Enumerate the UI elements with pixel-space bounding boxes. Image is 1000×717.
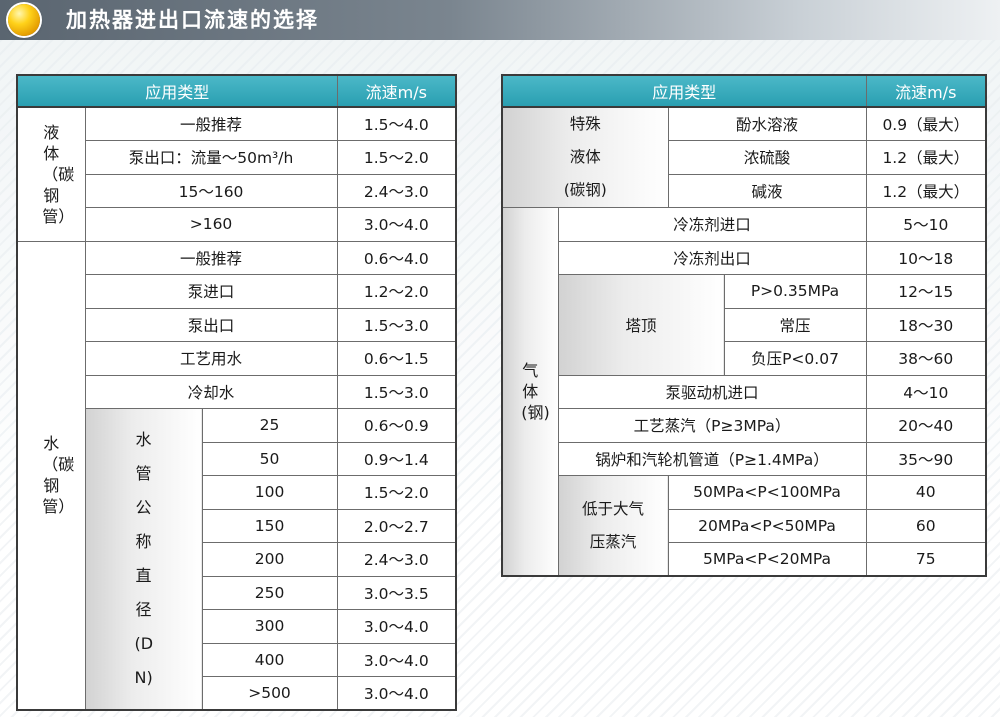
row-speed: 1.5～2.0 bbox=[336, 140, 457, 175]
group-label-water: 水（碳钢管） bbox=[16, 240, 86, 711]
row-item: 酚水溶液 bbox=[667, 106, 867, 141]
row-item: 50MPa<P<100MPa bbox=[667, 475, 867, 510]
row-speed: 3.0～4.0 bbox=[336, 642, 457, 677]
row-speed: 3.0～3.5 bbox=[336, 575, 457, 610]
table-row: 特殊 液体 (碳钢) 酚水溶液 0.9（最大） bbox=[501, 106, 987, 208]
group-label-liquid: 液体（碳钢管） bbox=[16, 106, 86, 242]
table-header-row: 应用类型 流速m/s bbox=[501, 74, 987, 108]
row-speed: 35～90 bbox=[865, 441, 987, 476]
title-bar: 加热器进出口流速的选择 bbox=[0, 0, 1000, 40]
row-item: 一般推荐 bbox=[84, 240, 338, 275]
row-speed: 75 bbox=[865, 542, 987, 577]
row-item: 冷却水 bbox=[84, 374, 338, 409]
table-row: 水（碳钢管） 一般推荐 0.6～4.0 bbox=[16, 240, 457, 711]
row-speed: 1.5～3.0 bbox=[336, 374, 457, 409]
row-speed: 10～18 bbox=[865, 240, 987, 275]
low-pressure-steam-label: 低于大气 压蒸汽 bbox=[557, 475, 669, 577]
row-speed: 1.2（最大） bbox=[865, 173, 987, 208]
row-speed: 2.0～2.7 bbox=[336, 508, 457, 543]
dn-value: 300 bbox=[201, 609, 338, 644]
dn-value: 250 bbox=[201, 575, 338, 610]
row-speed: 1.5～4.0 bbox=[336, 106, 457, 141]
right-flow-table: 应用类型 流速m/s 特殊 液体 (碳钢) 酚水溶液 0.9（最大） 浓硫酸 1… bbox=[501, 74, 988, 577]
row-item: 泵出口：流量～50m³/h bbox=[84, 140, 338, 175]
row-speed: 0.6～0.9 bbox=[336, 408, 457, 443]
row-speed: 18～30 bbox=[865, 307, 987, 342]
row-speed: 3.0～4.0 bbox=[336, 207, 457, 242]
row-item: 冷冻剂进口 bbox=[557, 207, 867, 242]
dn-value: 400 bbox=[201, 642, 338, 677]
table-row: 低于大气 压蒸汽 50MPa<P<100MPa 40 bbox=[502, 475, 987, 577]
table-row: 冷冻剂出口 10～18 bbox=[502, 240, 987, 275]
table-row: 塔顶 P>0.35MPa 12～15 bbox=[502, 274, 987, 376]
row-speed: 0.6～1.5 bbox=[336, 341, 457, 376]
row-speed: 4～10 bbox=[865, 374, 987, 409]
row-speed: 0.9～1.4 bbox=[336, 441, 457, 476]
dn-value: 100 bbox=[201, 475, 338, 510]
row-speed: 1.2～2.0 bbox=[336, 274, 457, 309]
row-speed: 0.6～4.0 bbox=[336, 240, 457, 275]
row-speed: 20～40 bbox=[865, 408, 987, 443]
header-type: 应用类型 bbox=[16, 74, 338, 108]
row-item: 负压P<0.07 bbox=[723, 341, 867, 376]
row-speed: 1.5～2.0 bbox=[336, 475, 457, 510]
row-speed: 38～60 bbox=[865, 341, 987, 376]
gold-ball-icon bbox=[8, 4, 40, 36]
row-item: 碱液 bbox=[667, 173, 867, 208]
tower-top-label: 塔顶 bbox=[557, 274, 725, 376]
page-title: 加热器进出口流速的选择 bbox=[66, 8, 319, 32]
row-item: 锅炉和汽轮机管道（P≥1.4MPa） bbox=[557, 441, 867, 476]
row-item: 20MPa<P<50MPa bbox=[667, 508, 867, 543]
header-speed: 流速m/s bbox=[865, 74, 987, 108]
row-speed: 1.5～3.0 bbox=[336, 307, 457, 342]
table-header-row: 应用类型 流速m/s bbox=[16, 74, 457, 108]
left-flow-table: 应用类型 流速m/s 液体（碳钢管） 一般推荐 1.5～4.0 泵出口：流量～5… bbox=[16, 74, 458, 711]
row-item: P>0.35MPa bbox=[723, 274, 867, 309]
dn-value: 50 bbox=[201, 441, 338, 476]
row-item: 工艺用水 bbox=[84, 341, 338, 376]
dn-group-label: 水管公称直径(DN) bbox=[84, 408, 203, 711]
dn-value: 200 bbox=[201, 542, 338, 577]
row-item: 5MPa<P<20MPa bbox=[667, 542, 867, 577]
row-item: 泵进口 bbox=[84, 274, 338, 309]
row-speed: 3.0～4.0 bbox=[336, 609, 457, 644]
table-row: 气体(钢) 冷冻剂进口 5～10 bbox=[501, 207, 987, 577]
row-speed: 12～15 bbox=[865, 274, 987, 309]
row-item: 15～160 bbox=[84, 173, 338, 208]
row-item: >160 bbox=[84, 207, 338, 242]
row-item: 冷冻剂出口 bbox=[557, 240, 867, 275]
header-type: 应用类型 bbox=[501, 74, 867, 108]
table-row: 液体（碳钢管） 一般推荐 1.5～4.0 bbox=[16, 106, 457, 242]
row-speed: 3.0～4.0 bbox=[336, 676, 457, 711]
row-speed: 60 bbox=[865, 508, 987, 543]
table-row: 泵驱动机进口 4～10 bbox=[502, 374, 987, 409]
dn-value: >500 bbox=[201, 676, 338, 711]
row-item: 泵驱动机进口 bbox=[557, 374, 867, 409]
row-item: 工艺蒸汽（P≥3MPa） bbox=[557, 408, 867, 443]
row-speed: 40 bbox=[865, 475, 987, 510]
header-speed: 流速m/s bbox=[336, 74, 457, 108]
table-row: 工艺蒸汽（P≥3MPa） 20～40 bbox=[502, 408, 987, 443]
row-item: 泵出口 bbox=[84, 307, 338, 342]
group-label-gas: 气体(钢) bbox=[501, 207, 559, 577]
dn-value: 25 bbox=[201, 408, 338, 443]
row-speed: 2.4～3.0 bbox=[336, 173, 457, 208]
row-item: 浓硫酸 bbox=[667, 140, 867, 175]
dn-value: 150 bbox=[201, 508, 338, 543]
row-item: 一般推荐 bbox=[84, 106, 338, 141]
row-speed: 0.9（最大） bbox=[865, 106, 987, 141]
group-label-special-liquid: 特殊 液体 (碳钢) bbox=[501, 106, 669, 208]
row-speed: 1.2（最大） bbox=[865, 140, 987, 175]
table-row: 锅炉和汽轮机管道（P≥1.4MPa） 35～90 bbox=[502, 441, 987, 476]
row-speed: 5～10 bbox=[865, 207, 987, 242]
row-item: 常压 bbox=[723, 307, 867, 342]
row-speed: 2.4～3.0 bbox=[336, 542, 457, 577]
